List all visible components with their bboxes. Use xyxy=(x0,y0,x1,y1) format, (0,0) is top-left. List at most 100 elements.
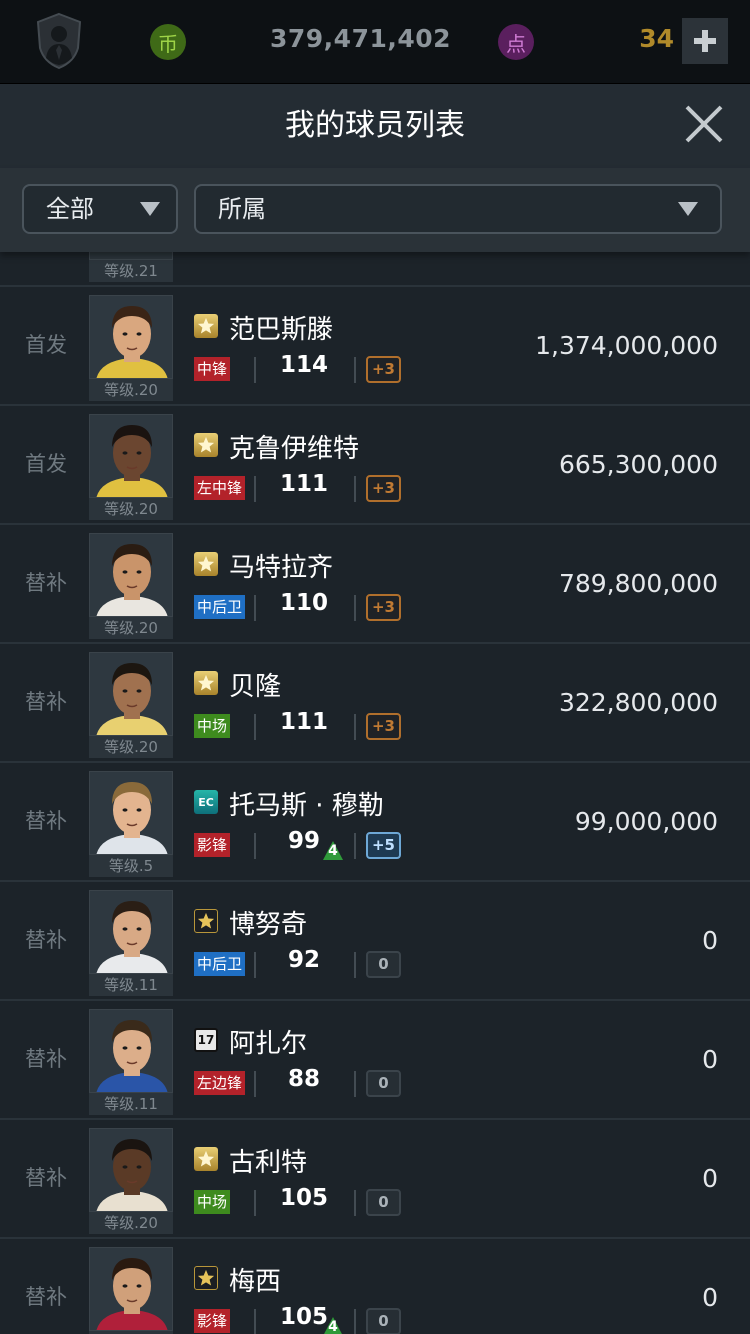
close-icon xyxy=(685,105,723,143)
player-portrait xyxy=(89,1247,173,1331)
divider xyxy=(354,357,356,383)
player-role: 替补 xyxy=(25,928,67,952)
player-price: 789,800,000 xyxy=(558,569,718,598)
position-badge: 左边锋 xyxy=(194,1071,246,1095)
point-icon: 点 xyxy=(498,24,534,60)
list-item[interactable]: 替补 等级.11 17 阿扎尔 左边锋 88 0 0 xyxy=(0,1001,750,1120)
player-name: 托马斯 · 穆勒 xyxy=(229,791,384,821)
player-level: 等级.20 xyxy=(89,498,173,520)
training-level: 4 xyxy=(328,843,338,859)
season-badge-icon: 17 xyxy=(194,1028,218,1052)
season-badge-icon xyxy=(194,433,218,457)
category-dropdown-label: 全部 xyxy=(46,195,94,223)
player-role: 首发 xyxy=(25,452,67,476)
star-icon xyxy=(197,912,215,929)
triangle-down-icon xyxy=(140,202,160,216)
season-17-badge-text: 17 xyxy=(197,1033,215,1047)
training-badge: 4 xyxy=(322,840,344,862)
player-level: 等级.20 xyxy=(89,736,173,758)
divider xyxy=(254,1309,256,1334)
player-price: 0 xyxy=(702,1045,718,1074)
player-price: 1,374,000,000 xyxy=(535,331,718,360)
list-item[interactable]: 替补 等级.5 EC 托马斯 · 穆勒 影锋 99 4 +5 99,000,000 xyxy=(0,763,750,882)
star-icon xyxy=(197,1269,215,1286)
player-ovr: 92 xyxy=(287,947,320,973)
position-badge: 中锋 xyxy=(194,357,231,381)
upgrade-badge: 0 xyxy=(366,1189,401,1216)
manager-shield-icon[interactable] xyxy=(34,12,84,70)
star-icon xyxy=(197,1150,215,1167)
player-role: 替补 xyxy=(25,690,67,714)
player-face-icon xyxy=(90,772,172,854)
close-button[interactable] xyxy=(684,104,724,144)
player-role: 替补 xyxy=(25,1047,67,1071)
list-item[interactable]: 替补 梅西 影锋 105 4 0 0 xyxy=(0,1239,750,1334)
club-dropdown[interactable]: 所属 xyxy=(194,184,722,234)
player-price: 0 xyxy=(702,926,718,955)
position-badge: 中场 xyxy=(194,1190,231,1214)
season-badge-icon xyxy=(194,671,218,695)
coin-icon: 币 xyxy=(150,24,186,60)
season-badge-icon xyxy=(194,909,218,933)
upgrade-badge: +3 xyxy=(366,713,401,740)
player-ovr: 105 xyxy=(279,1185,328,1211)
player-portrait xyxy=(89,771,173,855)
player-level: 等级.20 xyxy=(89,1212,173,1234)
player-portrait xyxy=(89,414,173,498)
player-level: 等级.21 xyxy=(89,260,173,282)
player-face-icon xyxy=(90,653,172,735)
position-badge: 影锋 xyxy=(194,1309,231,1333)
player-list[interactable]: 等级.21 首发 等级.20 范巴斯滕 中锋 114 +3 1,374,000,000 首发等… xyxy=(0,252,750,1334)
list-item[interactable]: 替补 等级.20 贝隆 中场 111 +3 322,800,000 xyxy=(0,644,750,763)
player-ovr: 111 xyxy=(279,709,328,735)
player-face-icon xyxy=(90,1129,172,1211)
list-item[interactable]: 替补 等级.20 马特拉齐 中后卫 110 +3 789,800,000 xyxy=(0,525,750,644)
season-badge-icon xyxy=(194,314,218,338)
player-role: 替补 xyxy=(25,571,67,595)
list-item[interactable]: 替补 等级.11 博努奇 中后卫 92 0 0 xyxy=(0,882,750,1001)
category-dropdown[interactable]: 全部 xyxy=(22,184,178,234)
player-level: 等级.20 xyxy=(89,617,173,639)
upgrade-badge: +3 xyxy=(366,475,401,502)
divider xyxy=(254,833,256,859)
upgrade-badge: +5 xyxy=(366,832,401,859)
list-item[interactable]: 首发 等级.20 范巴斯滕 中锋 114 +3 1,374,000,000 xyxy=(0,287,750,406)
player-face-icon xyxy=(90,1248,172,1330)
player-ovr: 111 xyxy=(279,471,328,497)
player-level: 等级.11 xyxy=(89,974,173,996)
player-name: 阿扎尔 xyxy=(229,1029,308,1059)
player-name: 贝隆 xyxy=(229,672,282,702)
player-level: 等级.5 xyxy=(89,855,173,877)
season-badge-icon: EC xyxy=(194,790,218,814)
position-badge: 影锋 xyxy=(194,833,231,857)
player-role: 首发 xyxy=(25,333,67,357)
player-portrait xyxy=(89,1128,173,1212)
player-name: 博努奇 xyxy=(229,910,308,940)
list-item[interactable]: 替补 等级.20 古利特 中场 105 0 0 xyxy=(0,1120,750,1239)
star-icon xyxy=(197,317,215,334)
add-points-button[interactable] xyxy=(682,18,728,64)
player-price: 99,000,000 xyxy=(574,807,718,836)
player-portrait xyxy=(89,295,173,379)
list-item-partial[interactable]: 等级.21 xyxy=(0,252,750,287)
plus-icon xyxy=(694,30,716,52)
divider xyxy=(254,1190,256,1216)
divider xyxy=(254,595,256,621)
coins-balance: 379,471,402 xyxy=(270,24,452,53)
player-price: 0 xyxy=(702,1164,718,1193)
player-name: 克鲁伊维特 xyxy=(229,434,360,464)
divider xyxy=(354,952,356,978)
currency-bar: 币 379,471,402 点 34 xyxy=(0,0,750,84)
divider xyxy=(254,476,256,502)
list-item[interactable]: 首发 等级.20 克鲁伊维特 左中锋 111 +3 665,300,000 xyxy=(0,406,750,525)
player-name: 范巴斯滕 xyxy=(229,315,334,345)
player-ovr: 114 xyxy=(279,352,328,378)
position-badge: 中后卫 xyxy=(194,595,246,619)
upgrade-badge: +3 xyxy=(366,356,401,383)
player-role: 替补 xyxy=(25,1285,67,1309)
points-balance: 34 xyxy=(639,24,674,53)
star-icon xyxy=(197,555,215,572)
player-name: 古利特 xyxy=(229,1148,308,1178)
divider xyxy=(354,1190,356,1216)
upgrade-badge: 0 xyxy=(366,1070,401,1097)
